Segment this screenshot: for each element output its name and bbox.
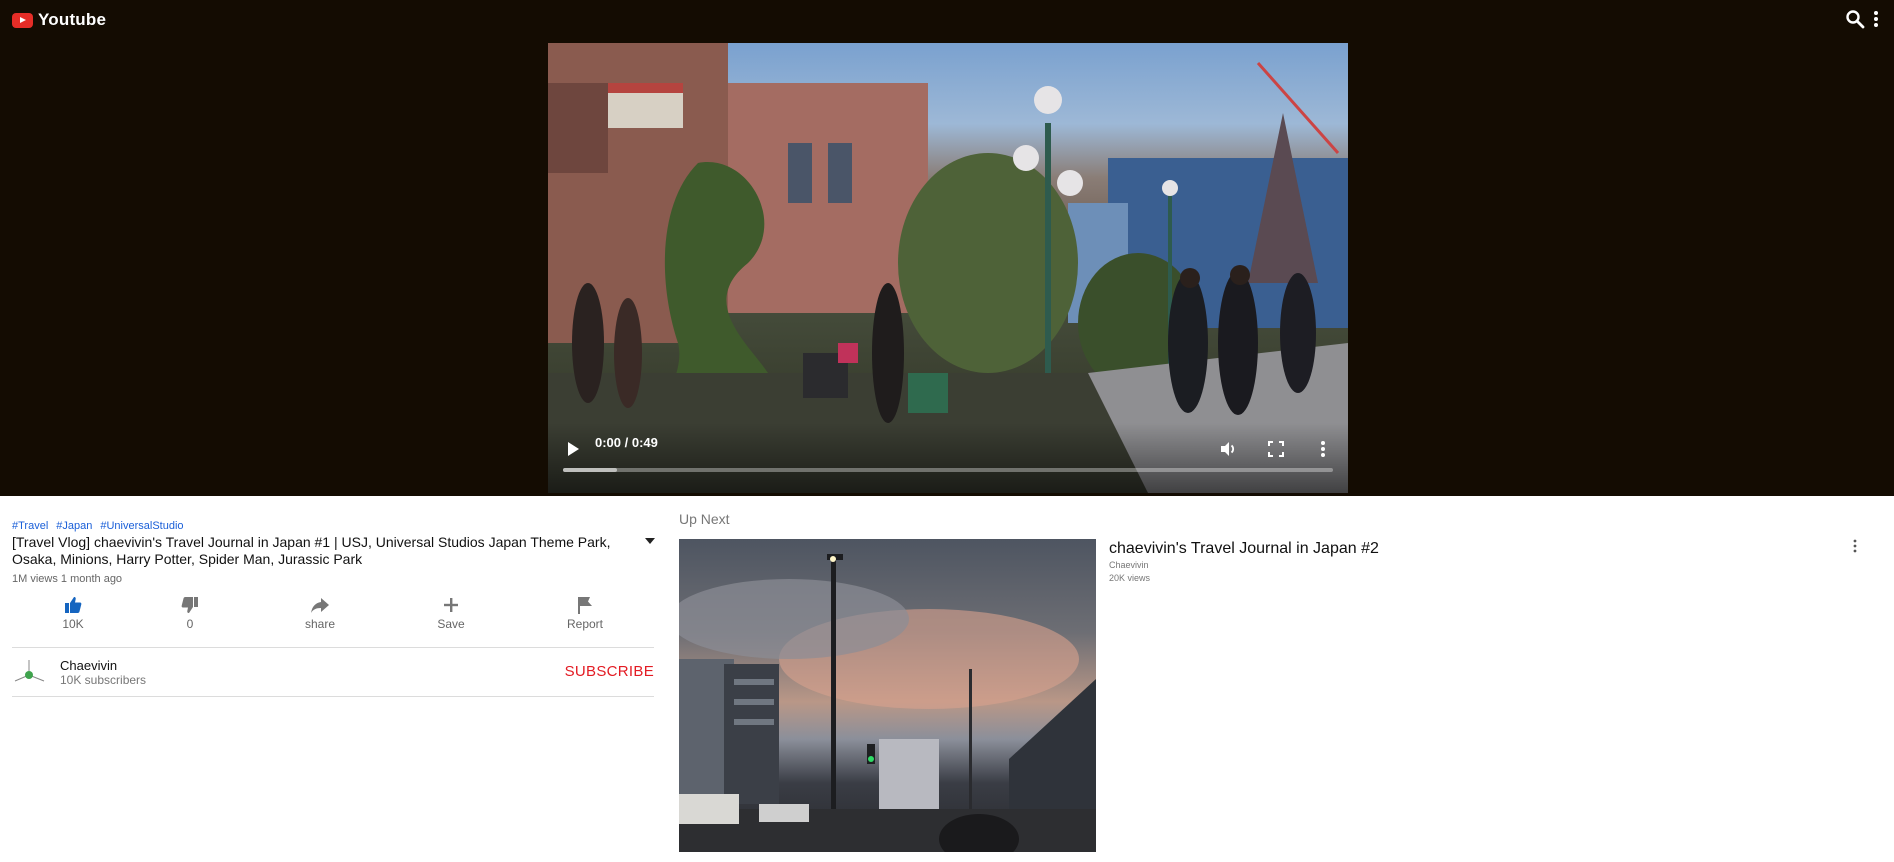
thumbnail-image: [679, 554, 1096, 852]
up-next-title[interactable]: chaevivin's Travel Journal in Japan #2: [1109, 540, 1379, 558]
channel-name[interactable]: Chaevivin: [60, 658, 117, 673]
action-bar: 10K 0 share Save Report: [12, 595, 654, 635]
video-title: [Travel Vlog] chaevivin's Travel Journal…: [12, 534, 611, 567]
share-icon: [311, 598, 329, 613]
like-count: 10K: [62, 617, 84, 631]
up-next-views: 20K views: [1109, 573, 1151, 583]
progress-buffered: [563, 468, 617, 472]
thumb-down-icon: [181, 597, 198, 613]
up-next-channel: Chaevivin: [1109, 560, 1149, 570]
progress-bar[interactable]: [563, 468, 1333, 472]
thumb-up-icon: [65, 597, 82, 613]
dislike-button[interactable]: 0: [155, 595, 225, 631]
channel-row: Chaevivin 10K subscribers SUBSCRIBE: [12, 652, 654, 692]
caret-down-icon[interactable]: [645, 538, 655, 544]
save-label: Save: [437, 617, 465, 631]
more-vert-icon[interactable]: [1852, 539, 1858, 553]
youtube-logo[interactable]: Youtube: [12, 10, 106, 30]
player-band: Youtube 0:00 / 0:49: [0, 0, 1894, 496]
report-label: Report: [566, 617, 604, 631]
channel-avatar[interactable]: [12, 654, 46, 688]
hashtag-link[interactable]: #Travel: [12, 520, 48, 532]
up-next-label: Up Next: [679, 511, 730, 527]
volume-icon[interactable]: [1219, 440, 1237, 458]
fullscreen-icon[interactable]: [1268, 441, 1284, 457]
up-next-thumbnail[interactable]: [679, 539, 1096, 852]
more-vert-icon[interactable]: [1319, 440, 1327, 458]
controls-overlay: [548, 423, 1348, 493]
logo-text: Youtube: [38, 10, 107, 29]
save-button[interactable]: Save: [416, 595, 486, 631]
hashtag-link[interactable]: #Japan: [56, 520, 92, 532]
play-icon[interactable]: [566, 441, 580, 457]
more-vert-icon[interactable]: [1871, 9, 1881, 29]
time-display: 0:00 / 0:49: [595, 435, 658, 450]
share-button[interactable]: share: [285, 595, 355, 631]
like-button[interactable]: 10K: [38, 595, 108, 631]
subscriber-count: 10K subscribers: [60, 673, 147, 687]
plus-icon: [444, 598, 458, 612]
video-meta: 1M views 1 month ago: [12, 573, 123, 585]
divider: [12, 647, 654, 648]
divider: [12, 696, 654, 697]
youtube-play-logo-icon: [12, 12, 33, 28]
hashtags: #Travel #Japan #UniversalStudio: [12, 520, 184, 532]
dislike-count: 0: [186, 617, 194, 631]
subscribe-button[interactable]: SUBSCRIBE: [565, 663, 654, 680]
share-label: share: [304, 617, 336, 631]
flag-icon: [578, 597, 592, 614]
video-player[interactable]: 0:00 / 0:49: [548, 43, 1348, 493]
hashtag-link[interactable]: #UniversalStudio: [100, 520, 183, 532]
search-icon[interactable]: [1845, 9, 1865, 29]
report-button[interactable]: Report: [550, 595, 620, 631]
